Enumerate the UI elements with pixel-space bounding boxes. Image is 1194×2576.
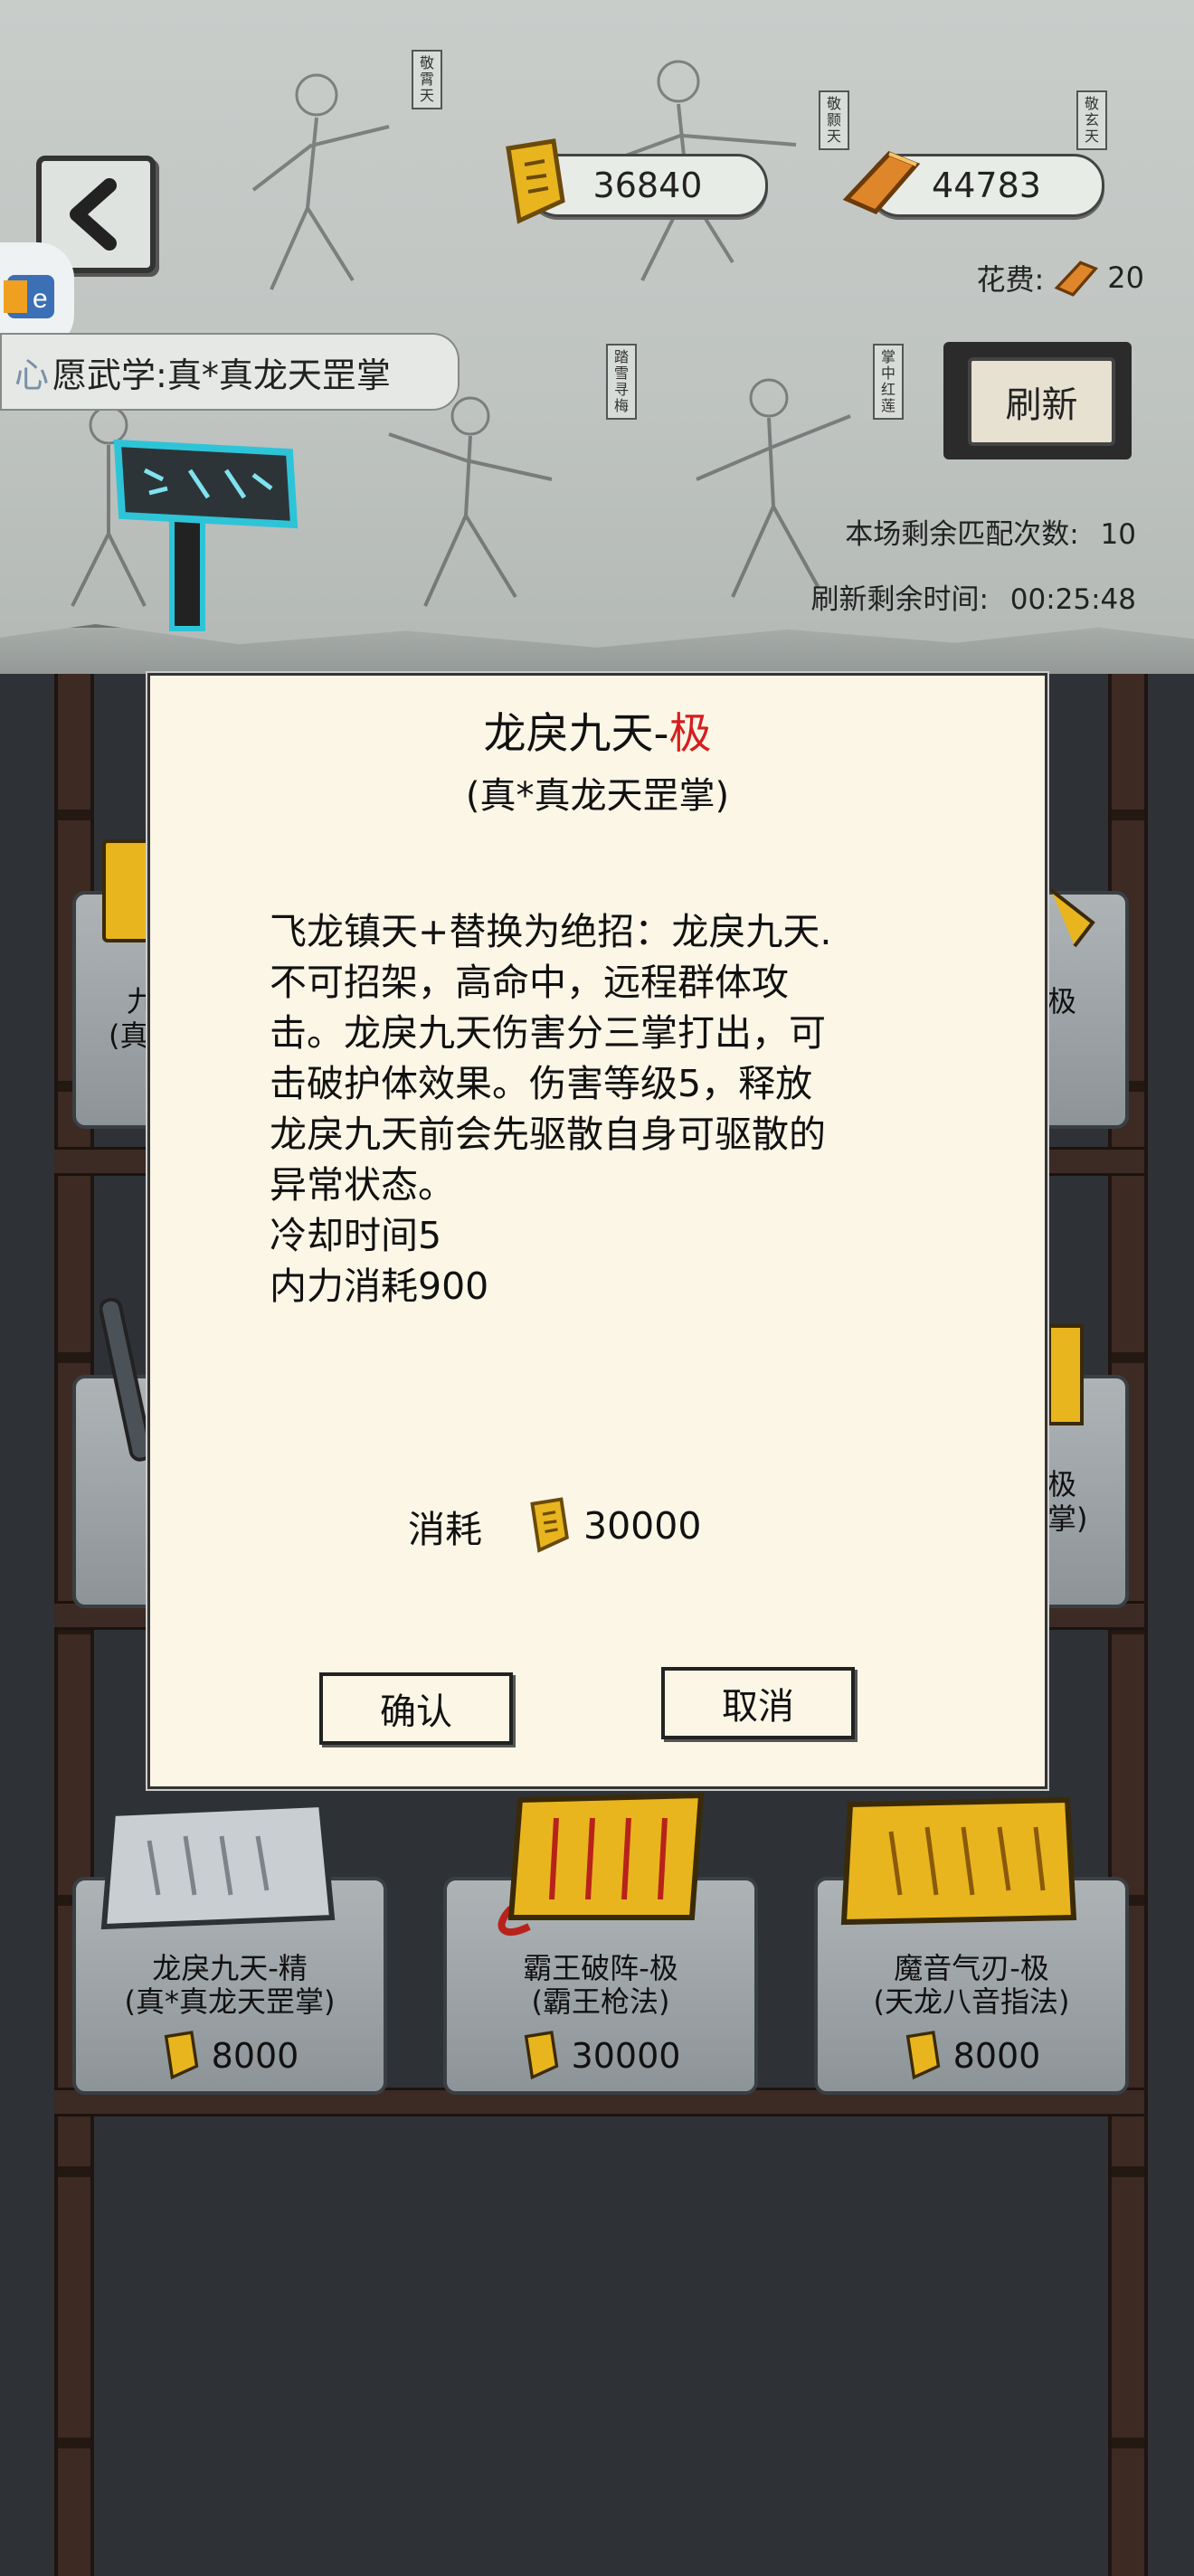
scroll-token-icon: [530, 1497, 569, 1553]
skill-item-school: (天龙八音指法): [873, 1984, 1070, 2019]
app-badge-text: 心: [14, 355, 50, 395]
match-remaining-label: 本场剩余匹配次数:: [845, 518, 1079, 551]
description-line: 击破护体效果。伤害等级5，释放: [270, 1062, 813, 1105]
refresh-timer: 刷新剩余时间: 00:25:48: [810, 576, 1136, 617]
gold-ingot-icon: [1054, 260, 1099, 297]
match-remaining-value: 10: [1100, 518, 1136, 551]
scroll-token-icon: [506, 138, 565, 224]
dialog-description: 飞龙镇天+替换为绝招：龙戾九天. 不可招架，高命中，远程群体攻 击。龙戾九天伤害…: [270, 906, 939, 1312]
partial-item-name-line: 极: [1047, 1467, 1077, 1501]
gold-book-icon: [1047, 1324, 1084, 1425]
scroll-token-icon: [524, 2031, 558, 2080]
match-remaining: 本场剩余匹配次数: 10: [845, 511, 1136, 552]
signpost-icon[interactable]: [109, 425, 308, 633]
cost-label: 花费:: [976, 262, 1045, 297]
skill-detail-dialog: 龙戾九天-极 (真*真龙天罡掌) 飞龙镇天+替换为绝招：龙戾九天. 不可招架，高…: [147, 673, 1047, 1789]
gold-scroll-icon: [1049, 888, 1095, 948]
scroll-token-icon: [905, 2031, 940, 2080]
dialog-title-grade: 极: [668, 709, 712, 759]
svg-text:e: e: [33, 284, 48, 314]
silver-manual-icon: [100, 1801, 336, 1930]
app-logo-icon: e: [4, 275, 54, 318]
mural-tag: 敬颢天: [819, 90, 849, 150]
chevron-left-icon: [70, 178, 117, 251]
dialog-cost: 消耗 30000: [408, 1497, 701, 1555]
partial-item-name-line: 九: [127, 984, 149, 1018]
skill-item-price-value: 8000: [211, 2036, 299, 2076]
skill-item-name: 霸王破阵-极: [523, 1951, 678, 1985]
description-line: 击。龙戾九天伤害分三掌打出，可: [270, 1011, 826, 1055]
mural-warrior-3: [388, 396, 553, 607]
refresh-cost: 花费: 20: [976, 255, 1144, 300]
dialog-title-main: 龙戾九天-: [483, 709, 669, 759]
partial-item-name: 九 (真: [109, 984, 149, 1053]
description-line: 龙戾九天前会先驱散自身可驱散的: [270, 1113, 826, 1156]
skill-item-school: (真*真龙天罡掌): [124, 1984, 336, 2019]
dialog-cost-label: 消耗: [408, 1508, 482, 1551]
dialog-cost-value: 30000: [583, 1504, 702, 1548]
cost-value: 20: [1107, 260, 1144, 295]
partial-item-name: 极 掌): [1047, 1467, 1088, 1536]
refresh-timer-value: 00:25:48: [1009, 583, 1136, 616]
description-line: 异常状态。: [270, 1163, 455, 1207]
mural-tag: 踏雪寻梅: [606, 344, 637, 420]
skill-item-price-value: 30000: [571, 2036, 681, 2076]
cancel-button[interactable]: 取消: [661, 1667, 855, 1739]
staff-icon: [100, 1297, 153, 1462]
description-line: 不可招架，高命中，远程群体攻: [270, 961, 789, 1004]
skill-item-school: (霸王枪法): [531, 1984, 670, 2019]
cancel-button-label: 取消: [722, 1686, 794, 1728]
gold-ingot-icon: [842, 151, 921, 215]
refresh-button-label: 刷新: [1005, 384, 1078, 426]
dialog-title: 龙戾九天-极: [150, 698, 1045, 761]
mural-tag: 敬玄天: [1076, 90, 1107, 150]
dialog-subtitle: (真*真龙天罡掌): [465, 775, 730, 817]
confirm-button[interactable]: 确认: [319, 1672, 513, 1745]
gold-scroll-bundle-icon: [498, 1792, 705, 1936]
partial-item-school-line: (真: [109, 1018, 149, 1053]
mural-tag: 敬霄天: [412, 50, 442, 109]
description-line: 冷却时间5: [270, 1214, 442, 1257]
wish-label: 愿武学:真*真龙天罡掌: [52, 355, 391, 395]
description-line: 内力消耗900: [270, 1264, 489, 1308]
skill-item-price: 8000: [76, 2030, 384, 2082]
wish-banner: 心 愿武学:真*真龙天罡掌: [0, 333, 460, 411]
partial-item-school-line: 掌): [1047, 1501, 1088, 1536]
gold-currency-amount: 44783: [932, 166, 1041, 205]
skill-item-name: 魔音气刃-极: [894, 1951, 1049, 1985]
scroll-currency-amount: 36840: [592, 166, 703, 205]
skill-item-name: 龙戾九天-精: [152, 1951, 308, 1985]
skill-item-price: 30000: [447, 2030, 754, 2082]
partial-item-name: 极: [1047, 984, 1077, 1018]
refresh-button[interactable]: 刷新: [968, 357, 1115, 446]
mural-warrior-1: [251, 73, 390, 290]
skill-item-price-value: 8000: [952, 2036, 1041, 2076]
mural-tag: 掌中红莲: [873, 344, 904, 420]
confirm-button-label: 确认: [380, 1691, 452, 1733]
skill-item-price: 8000: [818, 2030, 1125, 2082]
gold-manual-icon: [840, 1796, 1077, 1926]
refresh-timer-label: 刷新剩余时间:: [810, 583, 989, 616]
description-line: 飞龙镇天+替换为绝招：龙戾九天.: [270, 910, 832, 953]
scroll-token-icon: [164, 2031, 198, 2080]
